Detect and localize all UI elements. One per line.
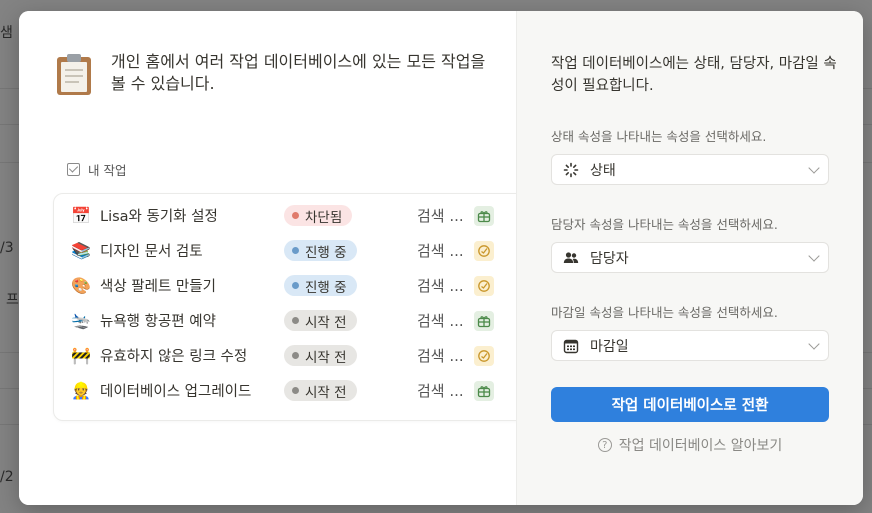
panel-title: 작업 데이터베이스에는 상태, 담당자, 마감일 속성이 필요합니다. [551, 56, 837, 94]
search-placeholder[interactable]: 검색 ... [417, 205, 464, 226]
clipboard-icon [55, 53, 93, 97]
airplane-icon: 🛬 [71, 311, 91, 330]
assignee-property-select[interactable]: 담당자 [551, 242, 829, 273]
status-label: 시작 전 [305, 314, 347, 331]
intro: 개인 홈에서 여러 작업 데이터베이스에 있는 모든 작업을 볼 수 있습니다. [55, 51, 495, 97]
task-row[interactable]: 🚧 유효하지 않은 링크 수정 시작 전 검색 ... [54, 338, 542, 373]
task-database-modal: 개인 홈에서 여러 작업 데이터베이스에 있는 모든 작업을 볼 수 있습니다.… [19, 11, 863, 505]
status-select-value: 상태 [590, 162, 616, 179]
status-badge[interactable]: 시작 전 [284, 345, 357, 366]
task-name: 뉴욕행 항공편 예약 [100, 314, 216, 330]
books-icon: 📚 [71, 241, 91, 260]
task-name: 유효하지 않은 링크 수정 [100, 349, 248, 365]
learn-more-label: 작업 데이터베이스 알아보기 [618, 438, 783, 454]
my-tasks-label: 내 작업 [88, 163, 127, 178]
background-text: 프 [6, 292, 19, 308]
status-label: 시작 전 [305, 384, 347, 401]
task-row[interactable]: 📚 디자인 문서 검토 진행 중 검색 ... [54, 233, 542, 268]
background-text: /2 [0, 469, 14, 485]
palette-icon: 🎨 [71, 276, 91, 295]
status-property-select[interactable]: 상태 [551, 154, 829, 185]
status-label: 진행 중 [305, 279, 347, 296]
preview-pane: 개인 홈에서 여러 작업 데이터베이스에 있는 모든 작업을 볼 수 있습니다.… [19, 11, 543, 505]
settings-panel: 작업 데이터베이스에는 상태, 담당자, 마감일 속성이 필요합니다. 상태 속… [516, 11, 863, 505]
status-label: 진행 중 [305, 244, 347, 261]
loading-spinner-icon [562, 161, 580, 179]
checkbox-icon [67, 163, 80, 176]
chevron-down-icon [808, 338, 820, 350]
calendar-icon: 📅 [71, 206, 91, 225]
due-date-property-select[interactable]: 마감일 [551, 330, 829, 361]
learn-more-link[interactable]: ? 작업 데이터베이스 알아보기 [551, 435, 829, 455]
target-icon[interactable] [474, 345, 494, 366]
worker-icon: 👷 [71, 381, 91, 400]
chevron-down-icon [808, 250, 820, 262]
task-name: 디자인 문서 검토 [100, 244, 203, 260]
calendar-icon [562, 337, 580, 355]
task-row[interactable]: 🎨 색상 팔레트 만들기 진행 중 검색 ... [54, 268, 542, 303]
task-name: Lisa와 동기화 설정 [100, 209, 218, 225]
task-name: 색상 팔레트 만들기 [100, 279, 216, 295]
search-placeholder[interactable]: 검색 ... [417, 380, 464, 401]
status-label: 시작 전 [305, 349, 347, 366]
due-date-property-label: 마감일 속성을 나타내는 속성을 선택하세요. [551, 305, 778, 320]
background-text: /3 [0, 240, 14, 256]
status-label: 차단됨 [305, 209, 343, 226]
status-badge[interactable]: 시작 전 [284, 380, 357, 401]
construction-icon: 🚧 [71, 346, 91, 365]
gift-icon[interactable] [474, 310, 494, 331]
search-placeholder[interactable]: 검색 ... [417, 345, 464, 366]
background-text: 샘 [0, 25, 13, 41]
due-date-select-value: 마감일 [590, 338, 629, 355]
assignee-property-label: 담당자 속성을 나타내는 속성을 선택하세요. [551, 217, 778, 232]
status-property-label: 상태 속성을 나타내는 속성을 선택하세요. [551, 129, 767, 144]
task-name: 데이터베이스 업그레이드 [100, 384, 252, 400]
status-badge[interactable]: 시작 전 [284, 310, 357, 331]
help-icon: ? [597, 438, 612, 452]
target-icon[interactable] [474, 240, 494, 261]
task-row[interactable]: 🛬 뉴욕행 항공편 예약 시작 전 검색 ... [54, 303, 542, 338]
task-row[interactable]: 📅 Lisa와 동기화 설정 차단됨 검색 ... [54, 198, 542, 233]
assignee-select-value: 담당자 [590, 250, 629, 267]
gift-icon[interactable] [474, 380, 494, 401]
search-placeholder[interactable]: 검색 ... [417, 240, 464, 261]
task-list: 📅 Lisa와 동기화 설정 차단됨 검색 ... 📚 디자인 문서 검토 진행… [53, 193, 543, 421]
gift-icon[interactable] [474, 205, 494, 226]
chevron-down-icon [808, 162, 820, 174]
my-tasks-header: 내 작업 [67, 160, 126, 179]
people-icon [562, 249, 580, 267]
intro-text: 개인 홈에서 여러 작업 데이터베이스에 있는 모든 작업을 볼 수 있습니다. [111, 52, 486, 93]
target-icon[interactable] [474, 275, 494, 296]
status-badge[interactable]: 차단됨 [284, 205, 353, 226]
status-badge[interactable]: 진행 중 [284, 275, 357, 296]
search-placeholder[interactable]: 검색 ... [417, 310, 464, 331]
search-placeholder[interactable]: 검색 ... [417, 275, 464, 296]
convert-to-task-database-button[interactable]: 작업 데이터베이스로 전환 [551, 387, 829, 422]
task-row[interactable]: 👷 데이터베이스 업그레이드 시작 전 검색 ... [54, 373, 542, 408]
status-badge[interactable]: 진행 중 [284, 240, 357, 261]
